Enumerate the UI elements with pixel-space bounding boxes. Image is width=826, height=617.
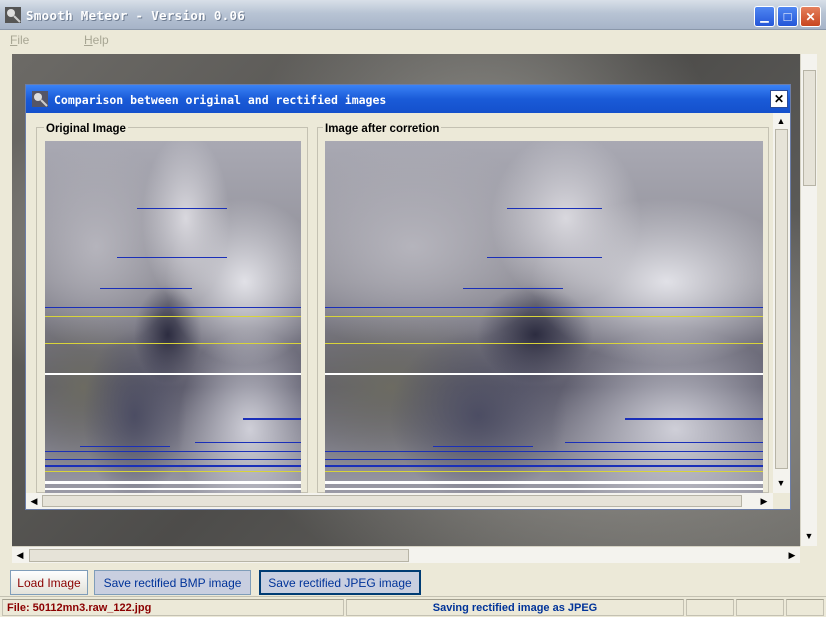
dialog-app-icon (32, 91, 48, 107)
menu-file[interactable]: File (10, 33, 29, 47)
scroll-right-arrow-icon[interactable]: ▶ (784, 547, 800, 563)
dialog-close-button[interactable]: ✕ (770, 90, 788, 108)
load-image-button[interactable]: Load Image (10, 570, 88, 595)
dialog-scroll-right-arrow-icon[interactable]: ▶ (756, 493, 772, 509)
menu-help[interactable]: Help (84, 33, 109, 47)
close-button[interactable]: ✕ (800, 6, 821, 27)
dialog-title: Comparison between original and rectifie… (54, 93, 387, 107)
main-vertical-scroll-thumb[interactable] (803, 70, 816, 186)
status-cell-empty-1 (686, 599, 734, 616)
maximize-icon: □ (783, 9, 792, 24)
close-icon: ✕ (773, 92, 785, 106)
comparison-dialog: Comparison between original and rectifie… (25, 84, 791, 510)
dialog-horizontal-scrollbar[interactable]: ◀ ▶ (26, 493, 773, 509)
dialog-vertical-scroll-thumb[interactable] (775, 129, 788, 469)
minimize-button[interactable]: ▁ (754, 6, 775, 27)
save-jpeg-button[interactable]: Save rectified JPEG image (259, 570, 421, 595)
dialog-title-bar[interactable]: Comparison between original and rectifie… (26, 85, 790, 113)
dialog-scroll-left-arrow-icon[interactable]: ◀ (26, 493, 42, 509)
resize-grip[interactable] (786, 599, 824, 616)
minimize-icon: ▁ (760, 11, 769, 23)
dialog-vertical-scrollbar[interactable]: ▲ ▼ (773, 113, 790, 493)
main-horizontal-scroll-thumb[interactable] (29, 549, 409, 562)
status-cell-empty-2 (736, 599, 784, 616)
dialog-scroll-down-arrow-icon[interactable]: ▼ (773, 475, 789, 491)
corrected-satellite-image (325, 141, 763, 493)
original-satellite-image (45, 141, 301, 493)
scroll-left-arrow-icon[interactable]: ◀ (12, 547, 28, 563)
close-icon: ✕ (805, 9, 816, 24)
dialog-horizontal-scroll-thumb[interactable] (42, 495, 742, 507)
maximize-button[interactable]: □ (777, 6, 798, 27)
status-bar: File: 50112mn3.raw_122.jpg Saving rectif… (0, 596, 826, 617)
scroll-down-arrow-icon[interactable]: ▼ (801, 528, 817, 544)
dialog-scroll-up-arrow-icon[interactable]: ▲ (773, 113, 789, 129)
corrected-image-label: Image after corretion (323, 123, 442, 135)
main-horizontal-scrollbar[interactable]: ◀ ▶ (12, 546, 800, 563)
window-title: Smooth Meteor - Version 0.06 (26, 8, 246, 23)
window-title-bar[interactable]: Smooth Meteor - Version 0.06 ▁ □ ✕ (0, 0, 826, 30)
app-icon (5, 7, 21, 23)
main-vertical-scrollbar[interactable]: ▼ (800, 54, 817, 546)
menu-bar: File Help (0, 30, 826, 50)
save-bmp-button[interactable]: Save rectified BMP image (94, 570, 251, 595)
status-message: Saving rectified image as JPEG (346, 599, 684, 616)
status-file: File: 50112mn3.raw_122.jpg (2, 599, 344, 616)
original-image-label: Original Image (44, 123, 128, 135)
